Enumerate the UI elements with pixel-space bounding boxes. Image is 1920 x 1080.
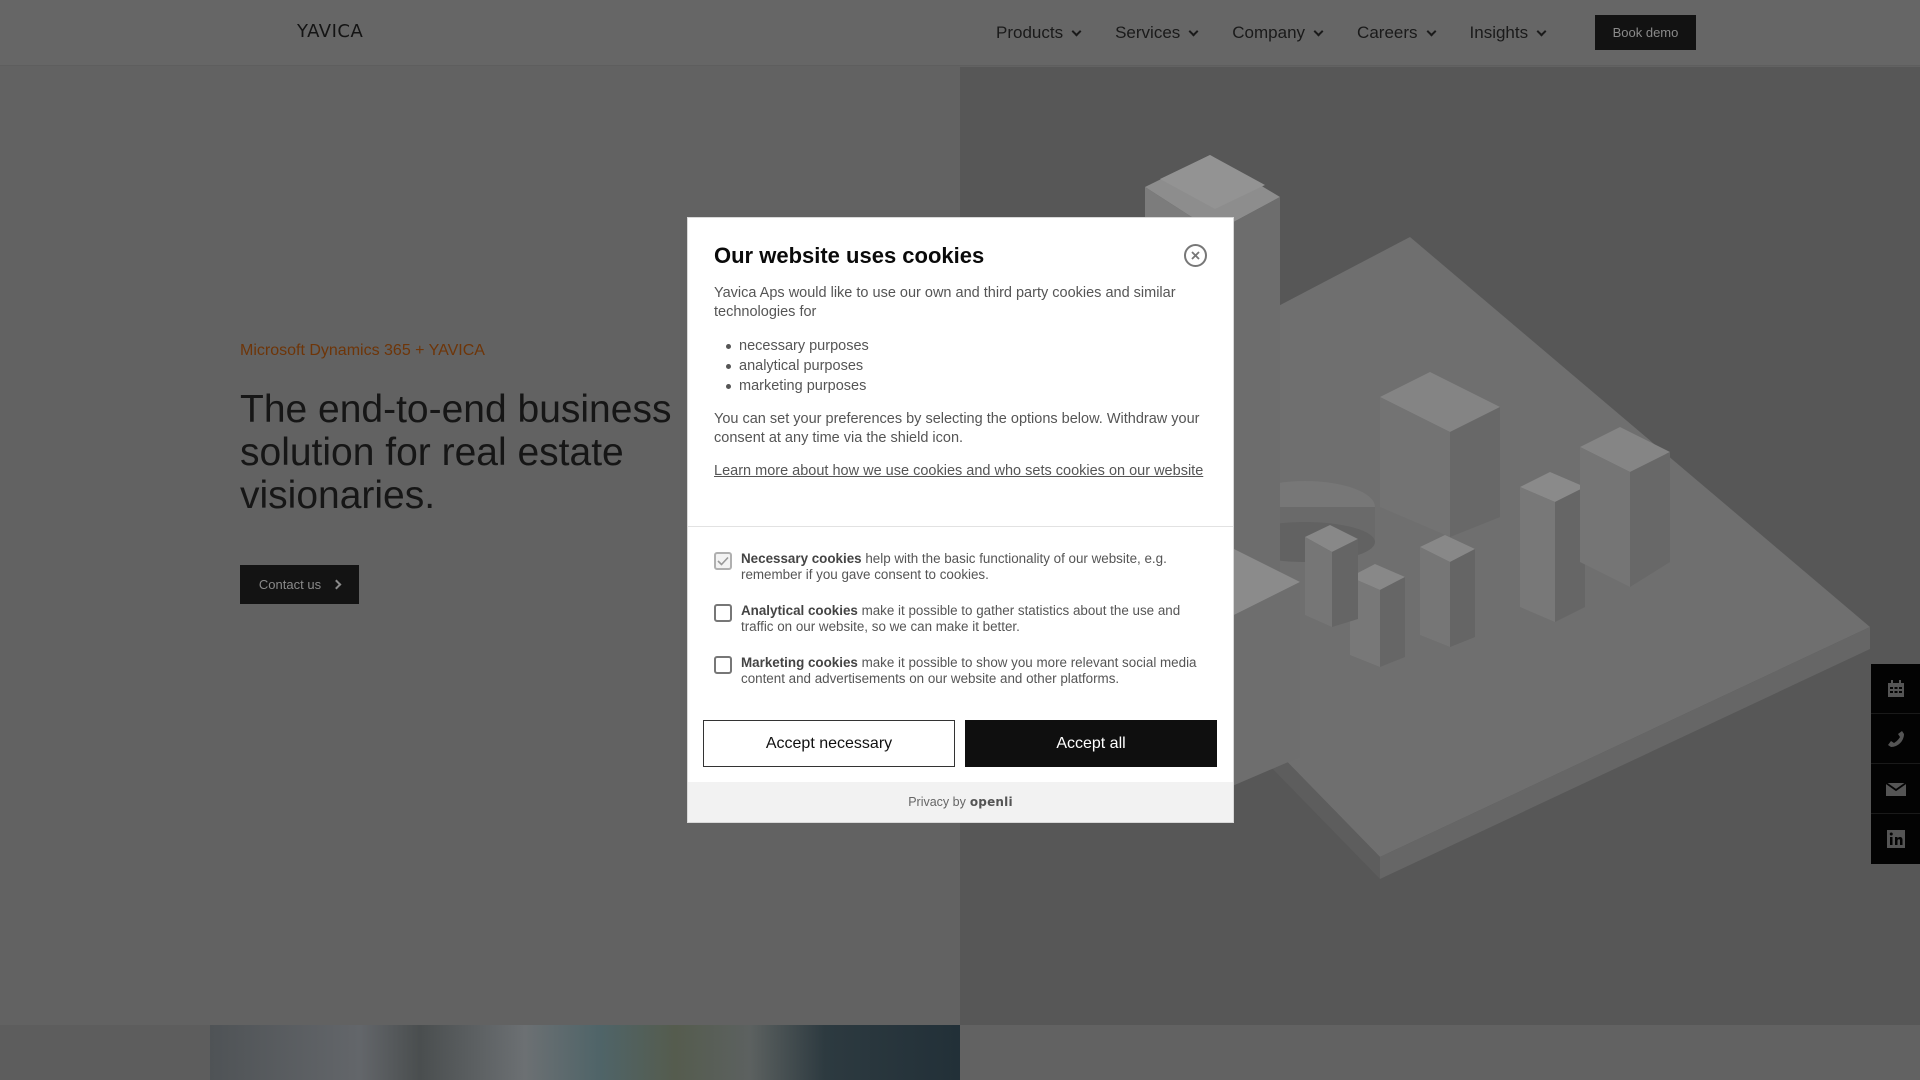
aerial-city-photo [210,1025,960,1080]
footer-prefix: Privacy by [908,795,966,809]
necessary-checkbox [714,552,732,570]
nav-services-label: Services [1115,23,1181,42]
marketing-checkbox[interactable] [714,656,732,674]
side-contact-dock [1871,664,1920,864]
option-name: Marketing cookies [741,655,858,670]
nav-insights-label: Insights [1469,23,1529,42]
accept-all-button[interactable]: Accept all [965,720,1217,767]
nav-careers-label: Careers [1357,23,1418,42]
nav-company[interactable]: Company [1232,23,1324,43]
nav-services[interactable]: Services [1115,23,1199,43]
cookie-consent-modal: Our website uses cookies Yavica Aps woul… [687,217,1234,823]
modal-body: Yavica Aps would like to use our own and… [714,284,1209,481]
nav-company-label: Company [1232,23,1306,42]
openli-logo[interactable]: openli [970,795,1013,809]
nav-insights[interactable]: Insights [1469,23,1547,43]
option-necessary: Necessary cookies help with the basic fu… [714,551,1209,583]
necessary-description: Necessary cookies help with the basic fu… [741,551,1209,583]
analytical-description: Analytical cookies make it possible to g… [741,603,1209,635]
nav-products[interactable]: Products [996,23,1082,43]
purpose-item: marketing purposes [726,376,1209,396]
mail-icon [1884,781,1907,796]
contact-us-button[interactable]: Contact us [240,565,359,604]
contact-us-label: Contact us [258,577,322,592]
option-marketing: Marketing cookies make it possible to sh… [714,655,1209,687]
chevron-down-icon [1536,26,1547,36]
hero-title: The end-to-end business solution for rea… [240,388,672,517]
chevron-down-icon [1071,26,1082,36]
chevron-down-icon [1313,26,1324,36]
option-name: Necessary cookies [741,551,862,566]
chevron-down-icon [1188,26,1199,36]
dock-mail[interactable] [1871,764,1920,814]
logo[interactable]: YAVICA [297,21,363,42]
preferences-text: You can set your preferences by selectin… [714,411,1200,446]
option-name: Analytical cookies [741,603,858,618]
book-demo-button[interactable]: Book demo [1595,15,1696,50]
learn-more-link[interactable]: Learn more about how we use cookies and … [714,463,1203,479]
accept-necessary-button[interactable]: Accept necessary [703,720,955,767]
main-nav: Products Services Company Careers Insigh… [996,0,1580,66]
purpose-item: analytical purposes [726,356,1209,376]
purpose-item: necessary purposes [726,336,1209,356]
marketing-description: Marketing cookies make it possible to sh… [741,655,1209,687]
chevron-down-icon [1426,26,1436,36]
dock-calendar[interactable] [1871,664,1920,714]
dock-linkedin[interactable] [1871,814,1920,864]
intro-text: Yavica Aps would like to use our own and… [714,285,1176,320]
modal-footer: Privacy by openli [688,782,1233,822]
nav-products-label: Products [996,23,1064,42]
nav-careers[interactable]: Careers [1357,23,1436,43]
close-button[interactable] [1184,244,1207,267]
linkedin-icon [1886,830,1905,848]
modal-title: Our website uses cookies [714,243,985,268]
phone-icon [1887,730,1904,747]
checkmark-icon [717,556,729,566]
hero-eyebrow: Microsoft Dynamics 365 + YAVICA [240,342,485,359]
close-icon [1191,251,1200,260]
chevron-right-icon [331,579,342,590]
purposes-list: necessary purposes analytical purposes m… [726,336,1209,396]
calendar-icon [1887,679,1904,697]
next-section-right [960,1025,1920,1080]
option-analytical: Analytical cookies make it possible to g… [714,603,1209,635]
analytical-checkbox[interactable] [714,604,732,622]
site-header: YAVICA Products Services Company Careers… [0,0,1920,66]
dock-phone[interactable] [1871,714,1920,764]
section-divider [688,526,1233,527]
